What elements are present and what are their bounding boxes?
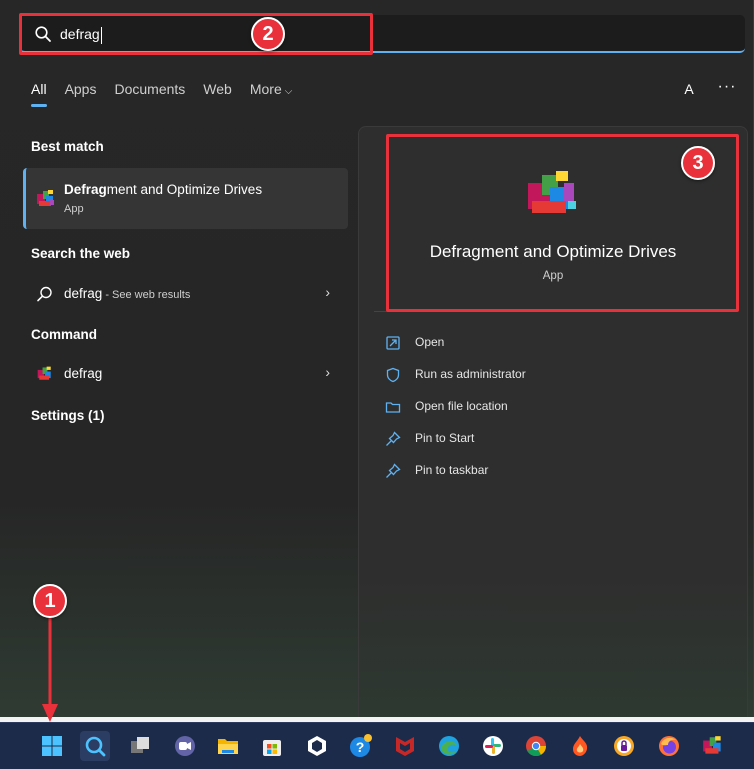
action-pin-to-start[interactable]: Pin to Start	[385, 428, 725, 450]
edge-icon	[439, 736, 459, 756]
teams-button[interactable]	[170, 731, 200, 761]
slack-icon	[483, 736, 503, 756]
store-icon	[263, 740, 281, 756]
search-input[interactable]: defrag	[60, 26, 102, 44]
file-explorer-button[interactable]	[213, 731, 243, 761]
divider	[374, 311, 732, 312]
get-help-button[interactable]: ?	[346, 731, 376, 761]
best-match-type: App	[64, 203, 84, 215]
section-best-match: Best match	[31, 139, 104, 154]
defrag-icon	[37, 190, 54, 206]
folder-icon	[385, 402, 401, 413]
firefox-icon	[659, 736, 679, 756]
search-icon	[85, 736, 106, 757]
chevron-down-icon: ⌵	[284, 86, 293, 97]
account-avatar[interactable]: A	[678, 78, 700, 100]
pin-icon	[386, 431, 401, 446]
annotation-badge-1: 1	[33, 584, 67, 618]
start-search-panel: defrag All Apps Documents Web More ⌵ A ··…	[0, 0, 754, 717]
preview-title: Defragment and Optimize Drives	[429, 242, 677, 261]
taskbar: ?	[0, 722, 754, 769]
action-open-file-location[interactable]: Open file location	[385, 396, 725, 418]
tab-more[interactable]: More ⌵	[250, 81, 293, 107]
tab-documents[interactable]: Documents	[114, 81, 185, 107]
start-icon	[42, 736, 62, 756]
tab-apps[interactable]: Apps	[65, 81, 97, 107]
action-run-as-admin[interactable]: Run as administrator	[385, 364, 725, 386]
annotation-badge-3: 3	[681, 146, 715, 180]
web-search-result[interactable]: defrag - See web results ›	[23, 276, 348, 312]
chrome-icon	[526, 736, 547, 757]
firefox-button[interactable]	[654, 731, 684, 761]
tab-all[interactable]: All	[31, 81, 47, 107]
app-button[interactable]	[565, 731, 595, 761]
defrag-app-icon	[528, 171, 576, 213]
taskbar-search-button[interactable]	[80, 731, 110, 761]
preview-background	[359, 577, 747, 717]
section-command: Command	[31, 327, 98, 342]
action-open[interactable]: Open	[385, 332, 725, 354]
vpn-icon	[614, 736, 634, 756]
tab-web[interactable]: Web	[203, 81, 232, 107]
mail-icon	[308, 736, 326, 756]
more-options-button[interactable]: ···	[712, 78, 742, 100]
vpn-button[interactable]	[609, 731, 639, 761]
start-button[interactable]	[37, 731, 67, 761]
search-box[interactable]: defrag	[20, 15, 745, 53]
search-icon	[37, 286, 52, 302]
mcafee-button[interactable]	[390, 731, 420, 761]
open-icon	[386, 336, 400, 350]
mcafee-icon	[396, 737, 414, 756]
defrag-icon	[703, 736, 721, 754]
app-icon	[573, 736, 588, 756]
best-match-title: Defragment and Optimize Drives	[64, 182, 263, 197]
teams-icon	[175, 736, 195, 756]
chevron-right-icon: ›	[325, 284, 330, 300]
store-button[interactable]	[257, 731, 287, 761]
shield-icon	[386, 367, 400, 383]
filter-tabs: All Apps Documents Web More ⌵	[31, 81, 310, 107]
chevron-right-icon: ›	[325, 364, 330, 380]
file-explorer-icon	[218, 739, 238, 754]
slack-button[interactable]	[478, 731, 508, 761]
preview-pane: Defragment and Optimize Drives App Open …	[358, 126, 748, 717]
command-result[interactable]: defrag ›	[23, 356, 348, 392]
task-view-button[interactable]	[125, 731, 155, 761]
mail-button[interactable]	[302, 731, 332, 761]
action-pin-to-taskbar[interactable]: Pin to taskbar	[385, 460, 725, 482]
preview-subtitle: App	[542, 270, 564, 282]
annotation-arrow	[42, 612, 58, 722]
svg-text:?: ?	[356, 739, 365, 755]
command-result-text: defrag	[64, 366, 103, 381]
best-match-item[interactable]: Defragment and Optimize Drives App	[23, 168, 348, 229]
web-result-text: defrag - See web results	[64, 286, 191, 301]
search-icon	[35, 26, 51, 42]
edge-button[interactable]	[434, 731, 464, 761]
chrome-button[interactable]	[521, 731, 551, 761]
defrag-taskbar-button[interactable]	[698, 731, 728, 761]
pin-icon	[386, 463, 401, 478]
section-search-web: Search the web	[31, 246, 131, 261]
help-icon: ?	[350, 734, 372, 757]
section-settings[interactable]: Settings (1)	[31, 408, 105, 423]
task-view-icon	[131, 737, 149, 753]
annotation-badge-2: 2	[251, 17, 285, 51]
defrag-icon	[37, 366, 51, 380]
